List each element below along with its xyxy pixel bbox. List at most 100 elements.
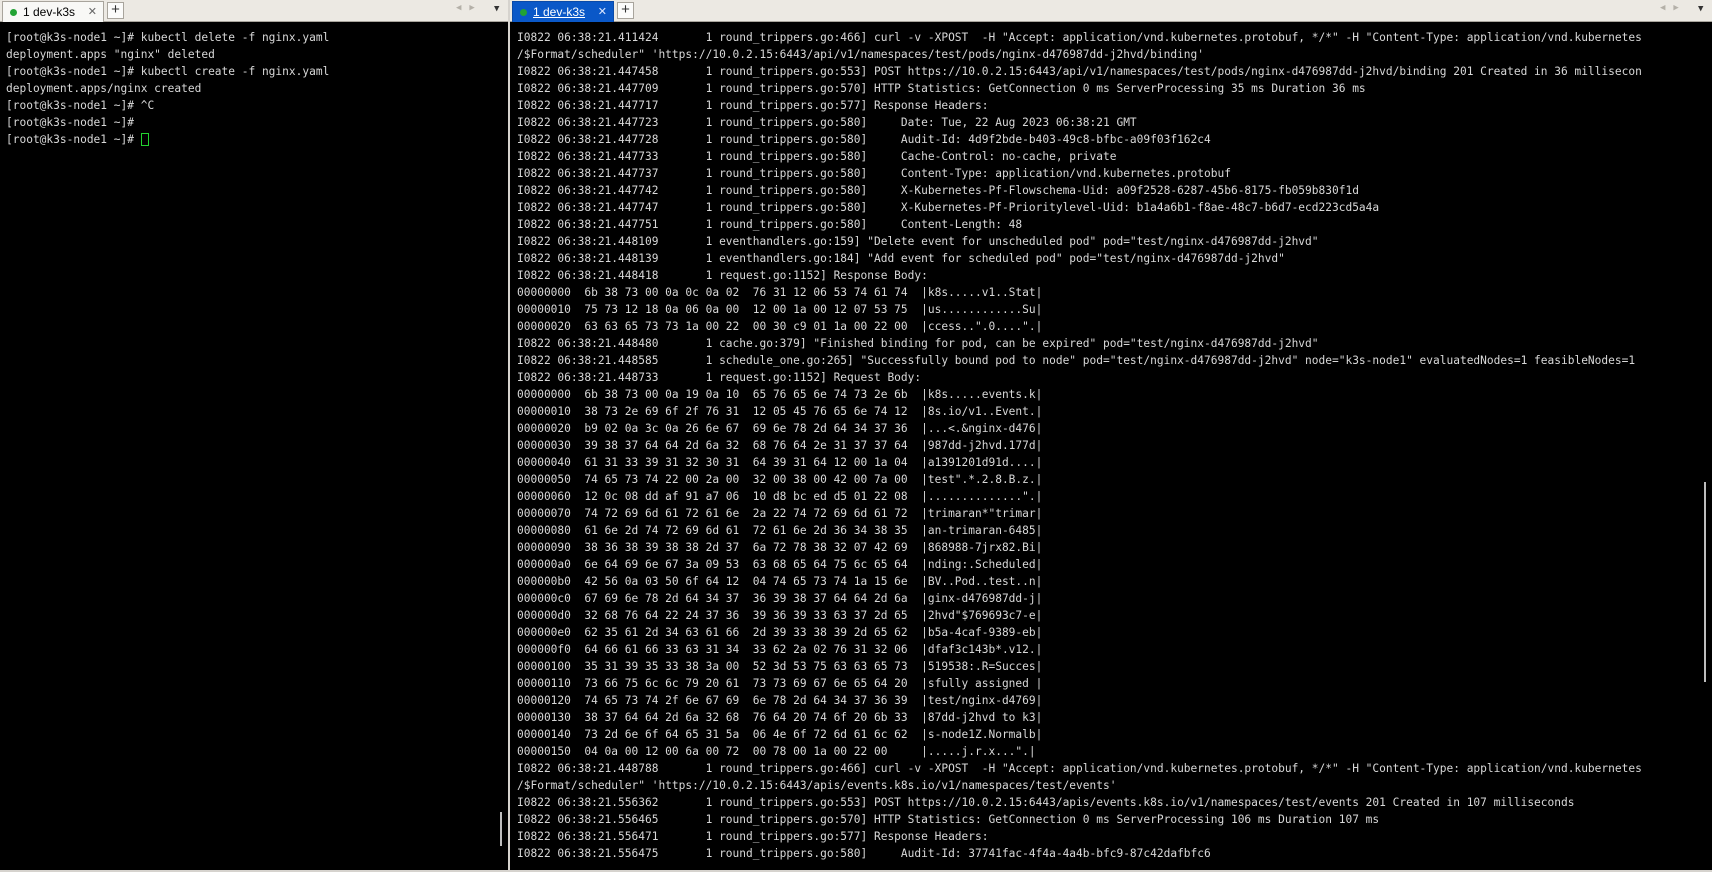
terminal-line-text: 000000f0 64 66 61 66 33 63 31 34 33 62 2… [517,643,1043,656]
terminal-line-text: 000000a0 6e 64 69 6e 67 3a 09 53 63 68 6… [517,558,1043,571]
text-cursor [140,133,149,146]
terminal-line-text: 000000d0 32 68 76 64 22 24 37 36 39 36 3… [517,609,1043,622]
terminal-line: I0822 06:38:21.448418 1 request.go:1152]… [517,267,1712,284]
terminal-line: I0822 06:38:21.447717 1 round_trippers.g… [517,97,1712,114]
terminal-line: I0822 06:38:21.556465 1 round_trippers.g… [517,811,1712,828]
terminal-line: 00000130 38 37 64 64 2d 6a 32 68 76 64 2… [517,709,1712,726]
terminal-line: 00000050 74 65 73 74 22 00 2a 00 32 00 3… [517,471,1712,488]
terminal-line-text: 000000b0 42 56 0a 03 50 6f 64 12 04 74 6… [517,575,1043,588]
terminal-line-text: I0822 06:38:21.447751 1 round_trippers.g… [517,218,1023,231]
terminal-line-text: 00000130 38 37 64 64 2d 6a 32 68 76 64 2… [517,711,1043,724]
right-tab-bar: 1 dev-k3s ✕ + ◀▶ ▼ [510,0,1712,22]
right-terminal-pane: 1 dev-k3s ✕ + ◀▶ ▼ I0822 06:38:21.411424… [510,0,1712,872]
terminal-line-text: /$Format/scheduler" 'https://10.0.2.15:6… [517,48,1205,61]
terminal-line: 00000040 61 31 33 39 31 32 30 31 64 39 3… [517,454,1712,471]
terminal-line: I0822 06:38:21.447737 1 round_trippers.g… [517,165,1712,182]
terminal-line: 00000060 12 0c 08 dd af 91 a7 06 10 d8 b… [517,488,1712,505]
terminal-line: 000000e0 62 35 61 2d 34 63 61 66 2d 39 3… [517,624,1712,641]
terminal-line: 00000140 73 2d 6e 6f 64 65 31 5a 06 4e 6… [517,726,1712,743]
new-tab-button[interactable]: + [107,2,124,19]
terminal-line-text: 00000100 35 31 39 35 33 38 3a 00 52 3d 5… [517,660,1043,673]
terminal-line-text: 00000030 39 38 37 64 64 2d 6a 32 68 76 6… [517,439,1043,452]
terminal-line-text: I0822 06:38:21.447747 1 round_trippers.g… [517,201,1380,214]
terminal-line-text: I0822 06:38:21.448480 1 cache.go:379] "F… [517,337,1319,350]
terminal-line-text: 00000040 61 31 33 39 31 32 30 31 64 39 3… [517,456,1043,469]
terminal-line-text: /$Format/scheduler" 'https://10.0.2.15:6… [517,779,1117,792]
terminal-line: 00000010 75 73 12 18 0a 06 0a 00 12 00 1… [517,301,1712,318]
right-scrollbar[interactable] [1700,22,1710,870]
connected-status-icon [10,9,17,16]
right-session-tab[interactable]: 1 dev-k3s ✕ [512,1,614,22]
right-session-tab-label: 1 dev-k3s [533,5,586,19]
terminal-line: 000000d0 32 68 76 64 22 24 37 36 39 36 3… [517,607,1712,624]
terminal-line-text: I0822 06:38:21.556471 1 round_trippers.g… [517,830,989,843]
terminal-line: I0822 06:38:21.448788 1 round_trippers.g… [517,760,1712,777]
terminal-line-text: I0822 06:38:21.556475 1 round_trippers.g… [517,847,1211,860]
terminal-line-text: 000000e0 62 35 61 2d 34 63 61 66 2d 39 3… [517,626,1043,639]
terminal-line-text: I0822 06:38:21.448733 1 request.go:1152]… [517,371,922,384]
terminal-line: I0822 06:38:21.556362 1 round_trippers.g… [517,794,1712,811]
terminal-line-text: I0822 06:38:21.448418 1 request.go:1152]… [517,269,928,282]
terminal-line: 00000150 04 0a 00 12 00 6a 00 72 00 78 0… [517,743,1712,760]
left-scrollbar[interactable] [496,22,506,870]
left-session-tab[interactable]: 1 dev-k3s ✕ [2,1,104,22]
terminal-line: 000000c0 67 69 6e 78 2d 64 34 37 36 39 3… [517,590,1712,607]
terminal-line: 00000100 35 31 39 35 33 38 3a 00 52 3d 5… [517,658,1712,675]
close-tab-icon[interactable]: ✕ [88,3,97,22]
terminal-line: I0822 06:38:21.448585 1 schedule_one.go:… [517,352,1712,369]
terminal-line: I0822 06:38:21.411424 1 round_trippers.g… [517,29,1712,46]
tab-scroll-arrows-icon[interactable]: ◀▶ [1660,3,1687,13]
terminal-line: 000000a0 6e 64 69 6e 67 3a 09 53 63 68 6… [517,556,1712,573]
terminal-line-text: [root@k3s-node1 ~]# kubectl create -f ng… [6,65,330,78]
terminal-line: 00000120 74 65 73 74 2f 6e 67 69 6e 78 2… [517,692,1712,709]
terminal-line-text: 00000060 12 0c 08 dd af 91 a7 06 10 d8 b… [517,490,1043,503]
terminal-line: /$Format/scheduler" 'https://10.0.2.15:6… [517,777,1712,794]
terminal-line: I0822 06:38:21.447751 1 round_trippers.g… [517,216,1712,233]
terminal-line-text: [root@k3s-node1 ~]# [6,116,134,129]
new-tab-button[interactable]: + [617,2,634,19]
tab-scroll-arrows-icon[interactable]: ◀▶ [456,3,483,13]
terminal-line-text: [root@k3s-node1 ~]# ^C [6,99,155,112]
tab-list-menu-icon[interactable]: ▼ [494,4,499,14]
terminal-line: 00000090 38 36 38 39 38 38 2d 37 6a 72 7… [517,539,1712,556]
close-tab-icon[interactable]: ✕ [598,3,607,22]
terminal-line-text: 00000070 74 72 69 6d 61 72 61 6e 2a 22 7… [517,507,1043,520]
terminal-line: 00000020 b9 02 0a 3c 0a 26 6e 67 69 6e 7… [517,420,1712,437]
terminal-line-text: 00000140 73 2d 6e 6f 64 65 31 5a 06 4e 6… [517,728,1043,741]
terminal-line-text: I0822 06:38:21.448109 1 eventhandlers.go… [517,235,1319,248]
terminal-line-text: 00000010 75 73 12 18 0a 06 0a 00 12 00 1… [517,303,1043,316]
right-scrollbar-thumb[interactable] [1704,482,1706,682]
terminal-line: I0822 06:38:21.447728 1 round_trippers.g… [517,131,1712,148]
terminal-line: [root@k3s-node1 ~]# [6,114,508,131]
terminal-line-text: 00000020 63 63 65 73 73 1a 00 22 00 30 c… [517,320,1043,333]
left-terminal-output[interactable]: [root@k3s-node1 ~]# kubectl delete -f ng… [0,22,508,870]
terminal-line-text: 00000020 b9 02 0a 3c 0a 26 6e 67 69 6e 7… [517,422,1043,435]
terminal-line: I0822 06:38:21.448480 1 cache.go:379] "F… [517,335,1712,352]
terminal-line-text: 00000090 38 36 38 39 38 38 2d 37 6a 72 7… [517,541,1043,554]
terminal-line-text: I0822 06:38:21.447733 1 round_trippers.g… [517,150,1117,163]
terminal-line: I0822 06:38:21.447742 1 round_trippers.g… [517,182,1712,199]
terminal-line-text: I0822 06:38:21.448139 1 eventhandlers.go… [517,252,1285,265]
terminal-line-text: I0822 06:38:21.447458 1 round_trippers.g… [517,65,1642,78]
right-terminal-output[interactable]: I0822 06:38:21.411424 1 round_trippers.g… [510,22,1712,870]
terminal-line: 00000030 39 38 37 64 64 2d 6a 32 68 76 6… [517,437,1712,454]
terminal-line: 00000000 6b 38 73 00 0a 0c 0a 02 76 31 1… [517,284,1712,301]
tab-list-menu-icon[interactable]: ▼ [1698,4,1703,14]
terminal-line: I0822 06:38:21.448109 1 eventhandlers.go… [517,233,1712,250]
left-tab-bar: 1 dev-k3s ✕ + ◀▶ ▼ [0,0,508,22]
terminal-line: [root@k3s-node1 ~]# kubectl create -f ng… [6,63,508,80]
terminal-line-text: I0822 06:38:21.447742 1 round_trippers.g… [517,184,1359,197]
terminal-line-text: 00000000 6b 38 73 00 0a 0c 0a 02 76 31 1… [517,286,1043,299]
terminal-line: I0822 06:38:21.448733 1 request.go:1152]… [517,369,1712,386]
terminal-line: deployment.apps "nginx" deleted [6,46,508,63]
terminal-line-text: 00000110 73 66 75 6c 6c 79 20 61 73 73 6… [517,677,1043,690]
terminal-line: I0822 06:38:21.556471 1 round_trippers.g… [517,828,1712,845]
terminal-line: I0822 06:38:21.448139 1 eventhandlers.go… [517,250,1712,267]
terminal-line-text: I0822 06:38:21.447723 1 round_trippers.g… [517,116,1137,129]
left-scrollbar-thumb[interactable] [500,812,502,846]
terminal-line-text: I0822 06:38:21.447737 1 round_trippers.g… [517,167,1231,180]
terminal-line-text: I0822 06:38:21.556465 1 round_trippers.g… [517,813,1380,826]
terminal-line-text: I0822 06:38:21.556362 1 round_trippers.g… [517,796,1575,809]
terminal-line: 00000110 73 66 75 6c 6c 79 20 61 73 73 6… [517,675,1712,692]
terminal-line: 00000000 6b 38 73 00 0a 19 0a 10 65 76 6… [517,386,1712,403]
